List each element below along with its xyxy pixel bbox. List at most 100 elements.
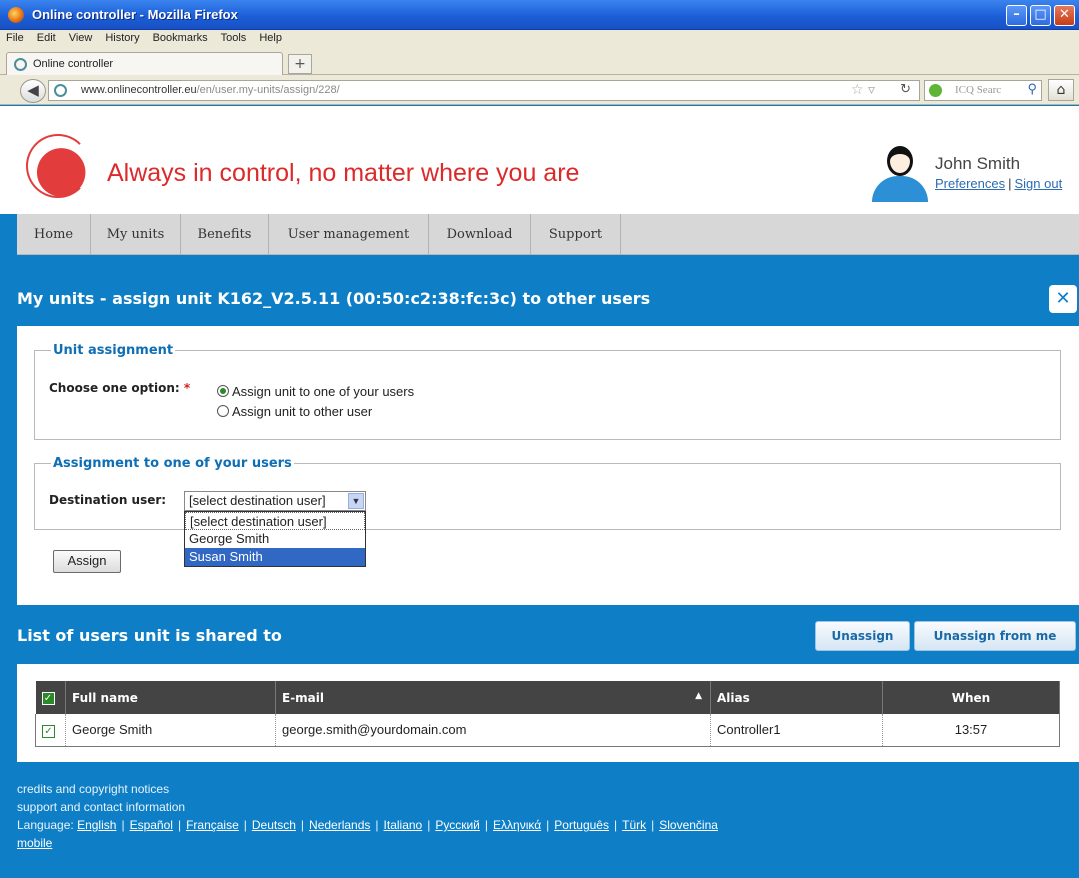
lang-turk[interactable]: Türk: [622, 818, 646, 832]
tab-bar: Online controller +: [0, 48, 1079, 75]
table-row[interactable]: ✓ George Smith george.smith@yourdomain.c…: [35, 714, 1060, 747]
reload-icon[interactable]: ↻: [900, 82, 911, 97]
lang-deutsch[interactable]: Deutsch: [252, 818, 296, 832]
site-identity-icon[interactable]: [54, 84, 67, 97]
search-placeholder: ICQ Searc: [955, 84, 1002, 96]
language-label: Language:: [17, 818, 74, 832]
search-box[interactable]: ICQ Searc ⚲: [924, 80, 1042, 101]
shared-list-title: List of users unit is shared to: [17, 626, 282, 645]
lang-francaise[interactable]: Française: [186, 818, 239, 832]
user-links: Preferences | Sign out: [935, 176, 1062, 191]
cell-full-name: George Smith: [65, 714, 276, 747]
tab-online-controller[interactable]: Online controller: [6, 52, 283, 75]
minimize-button[interactable]: –: [1006, 5, 1027, 26]
radio-checked-icon[interactable]: [217, 385, 229, 397]
row-checkbox-cell[interactable]: ✓: [35, 714, 66, 747]
assign-button[interactable]: Assign: [53, 550, 121, 573]
bookmark-star-icon[interactable]: ☆ ▿: [851, 82, 875, 98]
new-tab-button[interactable]: +: [288, 54, 312, 74]
choose-option-label: Choose one option: *: [49, 381, 191, 395]
nav-benefits[interactable]: Benefits: [181, 214, 269, 255]
destination-user-select[interactable]: [select destination user] ▼: [184, 491, 366, 511]
cell-email: george.smith@yourdomain.com: [275, 714, 711, 747]
mobile-link[interactable]: mobile: [17, 836, 52, 850]
user-name: John Smith: [935, 154, 1021, 173]
shared-users-table: ✓ Full name E-mail ▲ Alias When ✓ George …: [35, 681, 1060, 747]
destination-legend: Assignment to one of your users: [53, 456, 292, 471]
site-header: Always in control, no matter where you a…: [0, 106, 1079, 214]
nav-support[interactable]: Support: [531, 214, 621, 255]
credits-link[interactable]: credits and copyright notices: [17, 780, 1057, 798]
close-window-button[interactable]: ✕: [1054, 5, 1075, 26]
footer: credits and copyright notices support an…: [17, 780, 1057, 852]
icq-flower-icon[interactable]: [929, 84, 942, 97]
site-favicon-icon: [14, 58, 27, 71]
unassign-from-me-button[interactable]: Unassign from me: [914, 621, 1076, 651]
column-when[interactable]: When: [882, 681, 1060, 714]
dropdown-option[interactable]: [select destination user]: [185, 512, 365, 530]
assignment-form: Unit assignment Choose one option: * Ass…: [17, 326, 1079, 605]
cell-when: 13:57: [882, 714, 1060, 747]
checkbox-checked-icon[interactable]: ✓: [42, 724, 55, 738]
lang-english[interactable]: English: [77, 818, 116, 832]
select-all-header[interactable]: ✓: [35, 681, 66, 714]
destination-user-label: Destination user:: [49, 493, 167, 507]
tagline: Always in control, no matter where you a…: [107, 159, 580, 187]
nav-download[interactable]: Download: [429, 214, 531, 255]
preferences-link[interactable]: Preferences: [935, 176, 1005, 191]
menu-bar: File Edit View History Bookmarks Tools Help: [0, 30, 1079, 48]
main-nav: Home My units Benefits User management D…: [17, 214, 1079, 255]
firefox-icon: [8, 7, 24, 23]
lang-nederlands[interactable]: Nederlands: [309, 818, 370, 832]
sign-out-link[interactable]: Sign out: [1014, 176, 1062, 191]
radio-assign-other-user[interactable]: Assign unit to other user: [217, 404, 372, 419]
address-bar[interactable]: www.onlinecontroller.eu/en/user.my-units…: [48, 80, 920, 101]
window-titlebar: Online controller - Mozilla Firefox – □ …: [0, 0, 1079, 30]
column-full-name[interactable]: Full name: [65, 681, 276, 714]
menu-help[interactable]: Help: [253, 30, 289, 44]
search-icon[interactable]: ⚲: [1027, 81, 1037, 97]
page-title: My units - assign unit K162_V2.5.11 (00:…: [17, 289, 651, 308]
nav-home[interactable]: Home: [17, 214, 91, 255]
shared-users-panel: ✓ Full name E-mail ▲ Alias When ✓ George …: [17, 664, 1079, 762]
radio-unchecked-icon[interactable]: [217, 405, 229, 417]
menu-tools[interactable]: Tools: [215, 30, 254, 44]
unit-assignment-legend: Unit assignment: [53, 343, 174, 358]
destination-user-dropdown: [select destination user] George Smith S…: [184, 511, 366, 567]
back-arrow-icon[interactable]: ◀: [20, 79, 46, 103]
menu-view[interactable]: View: [63, 30, 100, 44]
support-link[interactable]: support and contact information: [17, 798, 1057, 816]
tab-label: Online controller: [33, 58, 114, 70]
url-text: www.onlinecontroller.eu/en/user.my-units…: [81, 84, 340, 96]
dropdown-option-highlighted[interactable]: Susan Smith: [185, 548, 365, 566]
lang-greek[interactable]: Ελληνικά: [493, 818, 541, 832]
online-controller-logo[interactable]: [26, 134, 90, 198]
home-icon[interactable]: ⌂: [1048, 79, 1074, 101]
lang-espanol[interactable]: Español: [130, 818, 173, 832]
required-mark: *: [183, 381, 191, 395]
sort-ascending-icon: ▲: [695, 690, 702, 701]
lang-portugues[interactable]: Português: [554, 818, 609, 832]
maximize-button[interactable]: □: [1030, 5, 1051, 26]
lang-italiano[interactable]: Italiano: [384, 818, 423, 832]
navigation-bar: ◀ www.onlinecontroller.eu/en/user.my-uni…: [0, 75, 1079, 105]
select-all-checkbox-icon[interactable]: ✓: [41, 692, 55, 705]
menu-bookmarks[interactable]: Bookmarks: [147, 30, 215, 44]
radio-assign-own-user[interactable]: Assign unit to one of your users: [217, 384, 414, 399]
window-title: Online controller - Mozilla Firefox: [32, 7, 238, 22]
close-icon[interactable]: ✕: [1049, 285, 1077, 313]
nav-my-units[interactable]: My units: [91, 214, 181, 255]
language-selector: Language: English | Español | Française | Deut…: [17, 818, 718, 832]
avatar: [872, 144, 928, 202]
column-email[interactable]: E-mail ▲: [275, 681, 711, 714]
lang-russian[interactable]: Русский: [435, 818, 480, 832]
menu-file[interactable]: File: [0, 30, 31, 44]
lang-slovencina[interactable]: Slovenčina: [659, 818, 718, 832]
dropdown-option[interactable]: George Smith: [185, 530, 365, 548]
menu-edit[interactable]: Edit: [31, 30, 63, 44]
menu-history[interactable]: History: [99, 30, 146, 44]
unassign-button[interactable]: Unassign: [815, 621, 910, 651]
chevron-down-icon[interactable]: ▼: [348, 493, 364, 509]
nav-user-management[interactable]: User management: [269, 214, 429, 255]
column-alias[interactable]: Alias: [710, 681, 883, 714]
